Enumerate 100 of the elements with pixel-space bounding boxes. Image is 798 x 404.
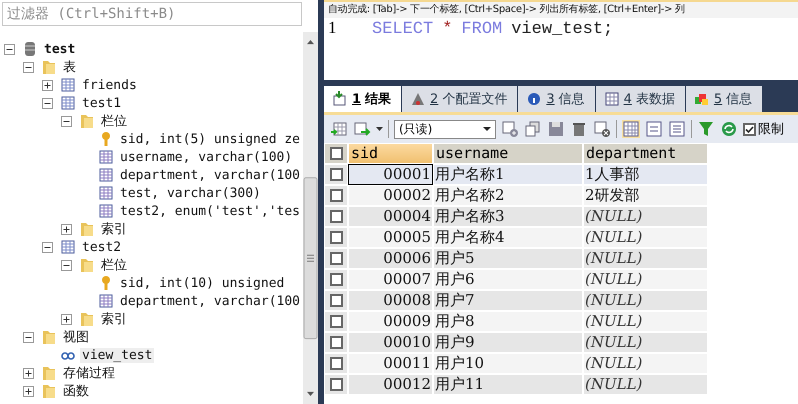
code-token: SELECT <box>372 20 434 39</box>
row-checkbox[interactable] <box>330 210 342 223</box>
filter-icon[interactable] <box>697 120 715 138</box>
refresh-icon[interactable] <box>720 120 738 138</box>
row-checkbox[interactable] <box>330 357 342 370</box>
table-cell: (NULL) <box>583 332 708 353</box>
table-cell: 00002 <box>348 185 433 206</box>
tree-item[interactable]: 表 <box>61 58 78 76</box>
folder-icon <box>79 311 95 327</box>
caret-icon[interactable] <box>376 126 383 132</box>
folder-icon <box>41 365 57 381</box>
tree-item[interactable]: view_test <box>80 348 154 362</box>
column-header[interactable]: sid <box>348 143 433 164</box>
table-cell: 00012 <box>348 374 433 395</box>
text-view-icon[interactable] <box>668 120 686 138</box>
info-icon <box>526 91 542 107</box>
expand-toggle[interactable] <box>42 80 53 90</box>
tree-item[interactable]: department, varchar(100 <box>118 168 302 182</box>
table-cell: 用户5 <box>433 248 583 269</box>
table-icon <box>60 95 76 111</box>
copy-icon[interactable] <box>524 120 542 138</box>
table-cell: 00009 <box>348 311 433 332</box>
insert-row-icon[interactable] <box>501 120 519 138</box>
tree-item[interactable]: test <box>42 42 78 56</box>
scrollbar[interactable] <box>303 32 318 404</box>
table-cell: 用户6 <box>433 269 583 290</box>
cancel-icon[interactable] <box>593 120 611 138</box>
save-icon[interactable] <box>547 120 565 138</box>
mode-dropdown[interactable]: (只读) <box>394 120 496 138</box>
add-row-icon[interactable] <box>330 120 348 138</box>
tree-item[interactable]: 视图 <box>61 328 91 346</box>
collapse-toggle[interactable] <box>42 98 53 108</box>
column-icon <box>98 149 114 165</box>
table-cell: 用户8 <box>433 311 583 332</box>
expand-toggle[interactable] <box>61 314 72 324</box>
table-cell: 用户9 <box>433 332 583 353</box>
tree-item[interactable]: 函数 <box>61 382 91 400</box>
row-checkbox[interactable] <box>330 189 342 202</box>
tree-item[interactable]: friends <box>80 78 139 92</box>
result-tab[interactable]: 2 个配置文件 <box>402 86 518 112</box>
code-token: FROM <box>461 20 502 39</box>
row-checkbox[interactable] <box>330 273 342 286</box>
tree-item[interactable]: sid, int(10) unsigned <box>118 276 286 290</box>
blocks-icon <box>694 91 710 107</box>
result-tab[interactable]: 3 信息 <box>518 86 596 112</box>
column-icon <box>98 203 114 219</box>
row-checkbox[interactable] <box>330 294 342 307</box>
tree-item[interactable]: 栏位 <box>99 256 129 274</box>
row-checkbox[interactable] <box>330 378 342 391</box>
tree-item[interactable]: department, varchar(100 <box>118 294 302 308</box>
limit-rows-checkbox[interactable] <box>743 122 756 136</box>
export-icon[interactable] <box>353 120 371 138</box>
row-checkbox[interactable] <box>330 252 342 265</box>
delete-icon[interactable] <box>570 120 588 138</box>
select-all-checkbox[interactable] <box>330 147 342 160</box>
tree-item[interactable]: test, varchar(300) <box>118 186 263 200</box>
code-token: * <box>442 20 452 39</box>
expand-toggle[interactable] <box>23 386 34 396</box>
tree-item[interactable]: 索引 <box>99 220 129 238</box>
row-checkbox[interactable] <box>330 168 342 181</box>
table-cell: (NULL) <box>583 227 708 248</box>
column-header[interactable]: department <box>583 143 708 164</box>
collapse-toggle[interactable] <box>61 116 72 126</box>
table-icon <box>60 77 76 93</box>
expand-toggle[interactable] <box>61 224 72 234</box>
tree-item[interactable]: username, varchar(100) <box>118 150 294 164</box>
row-checkbox[interactable] <box>330 315 342 328</box>
table-cell: 1人事部 <box>583 164 708 185</box>
result-tab[interactable]: 4 表数据 <box>596 86 686 112</box>
tree-item[interactable]: test1 <box>80 96 124 110</box>
tree-item[interactable]: 栏位 <box>99 112 129 130</box>
download-icon <box>332 91 348 107</box>
tree-item[interactable]: test2, enum('test','tes <box>118 204 302 218</box>
result-tab[interactable]: 1 结果 <box>324 86 402 112</box>
tree-item[interactable]: sid, int(5) unsigned ze <box>118 132 302 146</box>
collapse-toggle[interactable] <box>42 242 53 252</box>
tree-item[interactable]: 存储过程 <box>61 364 117 382</box>
table-cell: 用户名称4 <box>433 227 583 248</box>
result-tab[interactable]: 5 信息 <box>686 86 764 112</box>
form-view-icon[interactable] <box>645 120 663 138</box>
row-checkbox[interactable] <box>330 336 342 349</box>
tree-item[interactable]: 索引 <box>99 310 129 328</box>
collapse-toggle[interactable] <box>61 260 72 270</box>
collapse-toggle[interactable] <box>23 62 34 72</box>
filter-field[interactable]: 过滤器 (Ctrl+Shift+B) <box>2 2 302 26</box>
collapse-toggle[interactable] <box>23 332 34 342</box>
line-number: 1 <box>327 18 338 38</box>
table-cell: (NULL) <box>583 374 708 395</box>
column-header[interactable]: username <box>433 143 583 164</box>
table-cell: 00008 <box>348 290 433 311</box>
tree-item[interactable]: test2 <box>80 240 124 254</box>
expand-toggle[interactable] <box>23 368 34 378</box>
table-cell: 用户11 <box>433 374 583 395</box>
table-cell: 用户10 <box>433 353 583 374</box>
table-cell: 用户7 <box>433 290 583 311</box>
row-checkbox[interactable] <box>330 231 342 244</box>
cone-icon <box>410 91 426 107</box>
collapse-toggle[interactable] <box>4 44 15 54</box>
grid-view-icon[interactable] <box>622 120 640 138</box>
table-cell: (NULL) <box>583 248 708 269</box>
